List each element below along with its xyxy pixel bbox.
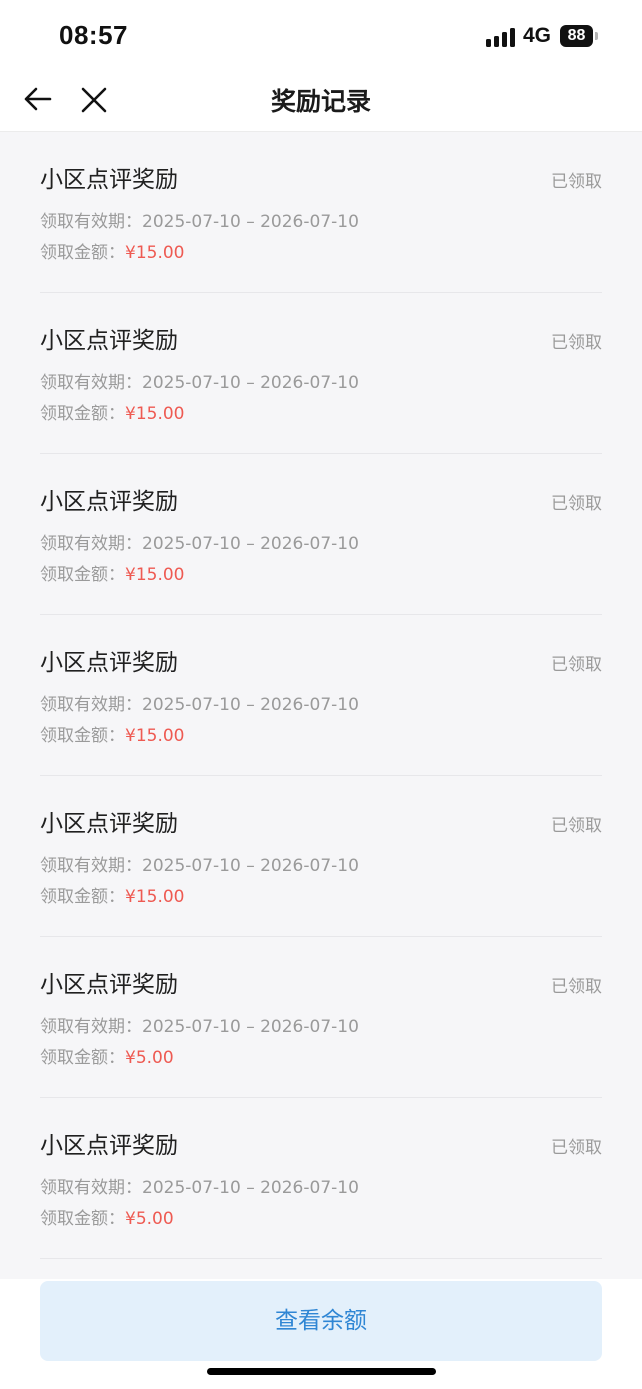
- signal-icon: [486, 27, 516, 47]
- validity-row: 领取有效期：2025-07-10 – 2026-07-10: [40, 690, 359, 715]
- validity-value: 2025-07-10 – 2026-07-10: [142, 856, 359, 876]
- validity-label: 领取有效期：: [40, 856, 142, 876]
- amount-row: 领取金额：¥15.00: [40, 721, 184, 746]
- status-badge: 已领取: [551, 172, 602, 192]
- list-item[interactable]: 小区点评奖励 已领取 领取有效期：2025-07-10 – 2026-07-10…: [40, 937, 602, 1098]
- amount-row: 领取金额：¥15.00: [40, 238, 184, 263]
- list-item[interactable]: 小区点评奖励 已领取 领取有效期：2025-07-10 – 2026-07-10…: [40, 615, 602, 776]
- record-title: 小区点评奖励: [40, 489, 178, 515]
- record-title: 小区点评奖励: [40, 167, 178, 193]
- amount-row: 领取金额：¥15.00: [40, 560, 184, 585]
- validity-label: 领取有效期：: [40, 373, 142, 393]
- amount-value: ¥5.00: [125, 1209, 174, 1229]
- amount-label: 领取金额：: [40, 1209, 125, 1229]
- status-badge: 已领取: [551, 655, 602, 675]
- validity-value: 2025-07-10 – 2026-07-10: [142, 373, 359, 393]
- amount-value: ¥15.00: [125, 887, 185, 907]
- status-badge: 已领取: [551, 494, 602, 514]
- validity-row: 领取有效期：2025-07-10 – 2026-07-10: [40, 1012, 359, 1037]
- amount-label: 领取金额：: [40, 1048, 125, 1068]
- amount-row: 领取金额：¥15.00: [40, 399, 184, 424]
- validity-value: 2025-07-10 – 2026-07-10: [142, 1178, 359, 1198]
- home-indicator: [207, 1368, 436, 1375]
- amount-label: 领取金额：: [40, 887, 125, 907]
- page-title: 奖励记录: [270, 87, 371, 116]
- validity-row: 领取有效期：2025-07-10 – 2026-07-10: [40, 529, 359, 554]
- validity-row: 领取有效期：2025-07-10 – 2026-07-10: [40, 1173, 359, 1198]
- amount-label: 领取金额：: [40, 404, 125, 424]
- list-item[interactable]: 小区点评奖励 已领取 领取有效期：2025-07-10 – 2026-07-10…: [40, 454, 602, 615]
- list-item[interactable]: 小区点评奖励 已领取 领取有效期：2025-07-10 – 2026-07-10…: [40, 132, 602, 293]
- record-title: 小区点评奖励: [40, 1133, 178, 1159]
- list-item[interactable]: 小区点评奖励 已领取 领取有效期：2025-07-10 – 2026-07-10…: [40, 1098, 602, 1259]
- validity-row: 领取有效期：2025-07-10 – 2026-07-10: [40, 851, 359, 876]
- amount-label: 领取金额：: [40, 726, 125, 746]
- list-item[interactable]: 小区点评奖励 已领取 领取有效期：2025-07-10 – 2026-07-10…: [40, 776, 602, 937]
- validity-label: 领取有效期：: [40, 1017, 142, 1037]
- validity-label: 领取有效期：: [40, 695, 142, 715]
- status-time: 08:57: [59, 20, 128, 50]
- validity-label: 领取有效期：: [40, 1178, 142, 1198]
- amount-value: ¥15.00: [125, 565, 185, 585]
- validity-row: 领取有效期：2025-07-10 – 2026-07-10: [40, 368, 359, 393]
- amount-value: ¥15.00: [125, 243, 185, 263]
- validity-row: 领取有效期：2025-07-10 – 2026-07-10: [40, 207, 359, 232]
- nav-bar: 奖励记录: [0, 70, 642, 132]
- record-title: 小区点评奖励: [40, 972, 178, 998]
- battery-tip: [595, 32, 598, 40]
- status-badge: 已领取: [551, 977, 602, 997]
- amount-row: 领取金额：¥5.00: [40, 1043, 174, 1068]
- record-title: 小区点评奖励: [40, 811, 178, 837]
- status-badge: 已领取: [551, 1138, 602, 1158]
- amount-label: 领取金额：: [40, 565, 125, 585]
- record-title: 小区点评奖励: [40, 650, 178, 676]
- status-badge: 已领取: [551, 333, 602, 353]
- battery-icon: 88: [560, 25, 593, 47]
- amount-value: ¥5.00: [125, 1048, 174, 1068]
- amount-label: 领取金额：: [40, 243, 125, 263]
- validity-value: 2025-07-10 – 2026-07-10: [142, 534, 359, 554]
- amount-value: ¥15.00: [125, 404, 185, 424]
- amount-row: 领取金额：¥5.00: [40, 1204, 174, 1229]
- status-badge: 已领取: [551, 816, 602, 836]
- record-title: 小区点评奖励: [40, 328, 178, 354]
- amount-value: ¥15.00: [125, 726, 185, 746]
- validity-value: 2025-07-10 – 2026-07-10: [142, 1017, 359, 1037]
- view-balance-button[interactable]: 查看余额: [40, 1281, 602, 1361]
- validity-value: 2025-07-10 – 2026-07-10: [142, 212, 359, 232]
- amount-row: 领取金额：¥15.00: [40, 882, 184, 907]
- network-type: 4G: [523, 24, 552, 47]
- status-bar: 08:57 4G 88: [0, 0, 642, 70]
- validity-label: 领取有效期：: [40, 212, 142, 232]
- validity-value: 2025-07-10 – 2026-07-10: [142, 695, 359, 715]
- validity-label: 领取有效期：: [40, 534, 142, 554]
- list-item[interactable]: 小区点评奖励 已领取 领取有效期：2025-07-10 – 2026-07-10…: [40, 293, 602, 454]
- reward-record-list: 小区点评奖励 已领取 领取有效期：2025-07-10 – 2026-07-10…: [0, 132, 642, 1259]
